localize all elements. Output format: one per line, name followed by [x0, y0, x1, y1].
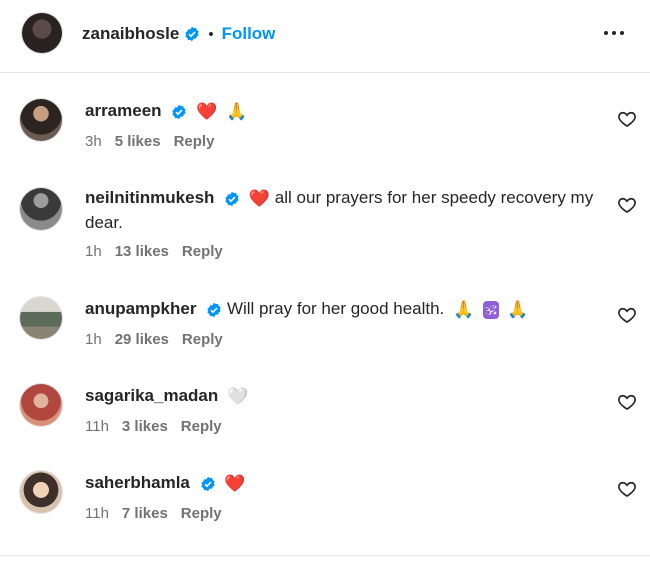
like-heart-icon[interactable] — [617, 479, 637, 499]
like-heart-icon[interactable] — [617, 305, 637, 325]
comment-text: Will pray for her good health. — [226, 299, 445, 318]
comment-body: arrameen ❤️ 🙏 — [85, 99, 600, 124]
comment-likes[interactable]: 7 likes — [122, 505, 168, 522]
reply-button[interactable]: Reply — [181, 505, 222, 522]
comment-meta: 1h 13 likes Reply — [85, 243, 223, 260]
follow-button[interactable]: Follow — [222, 24, 276, 44]
like-heart-icon[interactable] — [617, 109, 637, 129]
comment-meta: 1h 29 likes Reply — [85, 331, 223, 348]
reply-button[interactable]: Reply — [182, 243, 223, 260]
comment-time[interactable]: 1h — [85, 331, 102, 348]
comment-username[interactable]: saherbhamla — [85, 473, 190, 492]
comment-meta: 11h 3 likes Reply — [85, 418, 222, 435]
avatar[interactable] — [20, 297, 62, 339]
author-line: zanaibhosle • Follow — [82, 23, 275, 45]
avatar[interactable] — [22, 13, 62, 53]
like-heart-icon[interactable] — [617, 195, 637, 215]
more-options-icon[interactable] — [604, 27, 628, 39]
verified-badge-icon — [225, 191, 239, 206]
heart-emoji: ❤️ — [248, 188, 271, 208]
comment-meta: 3h 5 likes Reply — [85, 133, 214, 150]
comment-likes[interactable]: 5 likes — [115, 133, 161, 150]
reply-button[interactable]: Reply — [181, 418, 222, 435]
pray-emoji: 🙏 — [507, 299, 529, 319]
comment-time[interactable]: 3h — [85, 133, 102, 150]
comment-body: anupampkher Will pray for her good healt… — [85, 297, 600, 322]
comment-username[interactable]: arrameen — [85, 101, 162, 120]
comment-time[interactable]: 1h — [85, 243, 102, 260]
comment-time[interactable]: 11h — [85, 418, 109, 435]
comment-meta: 11h 7 likes Reply — [85, 505, 222, 522]
verified-badge-icon — [172, 104, 186, 119]
divider — [0, 555, 650, 556]
verified-badge-icon — [185, 26, 199, 42]
white-heart-emoji: 🤍 — [226, 386, 249, 406]
divider — [0, 72, 650, 73]
comment-body: neilnitinmukesh ❤️ all our prayers for h… — [85, 186, 600, 235]
comment-username[interactable]: neilnitinmukesh — [85, 188, 214, 207]
comment-body: sagarika_madan 🤍 — [85, 384, 600, 409]
like-heart-icon[interactable] — [617, 392, 637, 412]
comment-likes[interactable]: 3 likes — [122, 418, 168, 435]
heart-emoji: ❤️ — [224, 473, 246, 493]
pray-emoji: 🙏 — [225, 101, 248, 121]
reply-button[interactable]: Reply — [182, 331, 223, 348]
verified-badge-icon — [201, 476, 215, 491]
post-header: zanaibhosle • Follow — [0, 0, 650, 72]
comment-time[interactable]: 11h — [85, 505, 109, 522]
author-username[interactable]: zanaibhosle — [82, 24, 179, 44]
avatar[interactable] — [20, 188, 62, 230]
avatar[interactable] — [20, 471, 62, 513]
avatar[interactable] — [20, 384, 62, 426]
comment-likes[interactable]: 13 likes — [115, 243, 169, 260]
avatar[interactable] — [20, 99, 62, 141]
heart-emoji: ❤️ — [196, 101, 218, 121]
pray-emoji: 🙏 — [453, 299, 475, 319]
comment-username[interactable]: sagarika_madan — [85, 386, 218, 405]
reply-button[interactable]: Reply — [174, 133, 215, 150]
comment-username[interactable]: anupampkher — [85, 299, 196, 318]
verified-badge-icon — [207, 302, 221, 317]
comment-likes[interactable]: 29 likes — [115, 331, 169, 348]
separator-dot: • — [208, 25, 214, 43]
comment-body: saherbhamla ❤️ — [85, 471, 600, 496]
om-emoji: 🕉 — [482, 300, 499, 319]
